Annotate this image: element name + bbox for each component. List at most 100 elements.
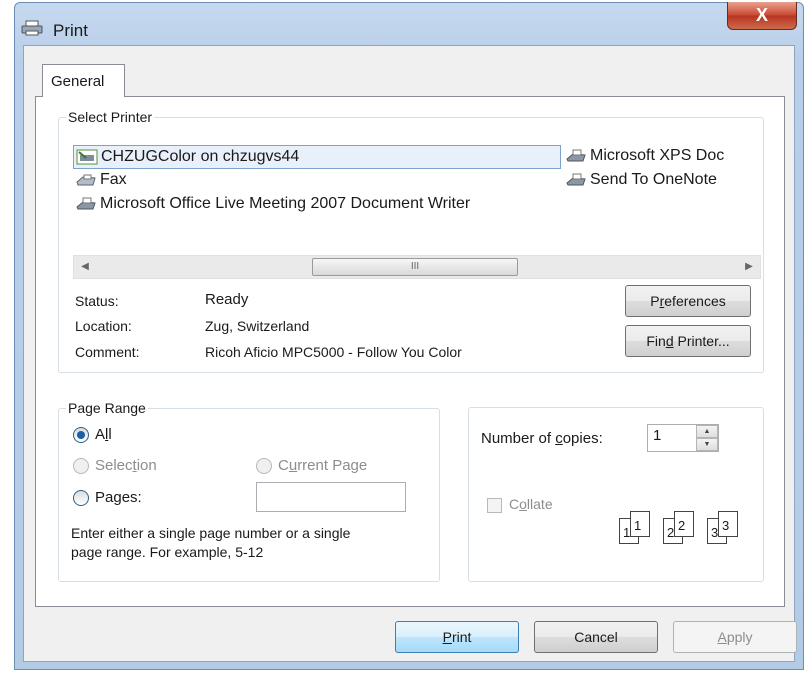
radio-pages-label[interactable]: Pages: xyxy=(95,489,142,506)
page-icon: 1 xyxy=(630,511,650,537)
tab-general[interactable]: General xyxy=(42,64,125,97)
page-range-legend: Page Range xyxy=(68,400,146,416)
page-range-hint: Enter either a single page number or a s… xyxy=(71,524,350,562)
spin-up-icon[interactable]: ▲ xyxy=(696,425,718,438)
collate-accel: o xyxy=(519,496,527,512)
copies-accel: c xyxy=(555,430,563,447)
printer-name: Microsoft XPS Doc xyxy=(590,147,725,164)
selection-label-a: Selec xyxy=(95,457,133,474)
copies-label-a: Number of xyxy=(481,430,556,447)
location-value: Zug, Switzerland xyxy=(205,318,310,334)
fax-icon xyxy=(75,172,97,188)
find-printer-button[interactable]: Find Printer... xyxy=(625,325,751,357)
radio-selection[interactable] xyxy=(73,458,89,474)
collate-label[interactable]: Collate xyxy=(509,496,553,512)
scroll-right-icon[interactable]: ▶ xyxy=(740,259,758,275)
printer-icon xyxy=(75,196,97,212)
page-icon: 3 xyxy=(718,511,738,537)
printer-list[interactable]: CHZUGColor on chzugvs44 Fax Microsoft Of… xyxy=(73,139,761,243)
copies-label: Number of copies: xyxy=(481,430,603,447)
tab-general-label: General xyxy=(51,73,105,90)
copies-label-b: opies: xyxy=(562,430,603,447)
preferences-label-a: P xyxy=(650,293,660,309)
printer-item-chzugcolor[interactable]: CHZUGColor on chzugvs44 xyxy=(73,145,561,169)
apply-button[interactable]: Apply xyxy=(673,621,797,653)
radio-pages[interactable] xyxy=(73,490,89,506)
printer-name: CHZUGColor on chzugvs44 xyxy=(101,148,300,165)
comment-label: Comment: xyxy=(75,344,140,360)
collate-checkbox[interactable] xyxy=(487,498,502,513)
select-printer-legend: Select Printer xyxy=(68,109,153,125)
print-dialog: Print X General Select Printer CHZUGColo… xyxy=(14,2,804,670)
printer-item-xps[interactable]: Microsoft XPS Doc xyxy=(565,145,724,169)
spin-down-icon[interactable]: ▼ xyxy=(696,438,718,451)
page-number: 1 xyxy=(634,518,642,533)
printer-icon xyxy=(21,20,43,36)
hint-line-1: Enter either a single page number or a s… xyxy=(71,525,351,541)
window-title: Print xyxy=(53,21,88,40)
printer-icon xyxy=(565,172,587,188)
page-number: 3 xyxy=(722,518,730,533)
cancel-label: Cancel xyxy=(574,629,618,645)
printer-icon xyxy=(565,148,587,164)
radio-all[interactable] xyxy=(73,427,89,443)
page-number: 2 xyxy=(678,518,686,533)
select-printer-group: Select Printer CHZUGColor on chzugvs44 F… xyxy=(58,109,764,373)
scrollbar-thumb[interactable]: III xyxy=(312,258,518,276)
current-page-label-a: C xyxy=(278,457,289,474)
page-icon: 2 xyxy=(674,511,694,537)
find-printer-accel: d xyxy=(665,333,674,349)
status-label: Status: xyxy=(75,293,119,309)
all-label-b: l xyxy=(108,426,112,443)
print-button[interactable]: Print xyxy=(395,621,519,653)
printer-name: Fax xyxy=(100,171,127,188)
copies-group: Number of copies: 1 ▲ ▼ Collate 1 1 2 2 … xyxy=(468,407,764,582)
radio-current-page[interactable] xyxy=(256,458,272,474)
dialog-client-area: General Select Printer CHZUGColor on chz… xyxy=(23,45,797,662)
print-label: rint xyxy=(451,629,472,645)
radio-current-page-label[interactable]: Current Page xyxy=(278,457,367,474)
copies-spinner[interactable]: 1 ▲ ▼ xyxy=(647,424,719,452)
current-page-label-b: rrent Page xyxy=(297,457,368,474)
pages-label-b: es: xyxy=(121,489,142,506)
comment-value: Ricoh Aficio MPC5000 - Follow You Color xyxy=(205,344,462,360)
title-bar[interactable]: Print X xyxy=(15,2,803,47)
pages-input[interactable] xyxy=(256,482,406,512)
cancel-button[interactable]: Cancel xyxy=(534,621,658,653)
find-printer-label-b: Printer... xyxy=(673,333,730,349)
printer-item-live-meeting-writer[interactable]: Microsoft Office Live Meeting 2007 Docum… xyxy=(75,193,470,217)
pages-label-a: Pa xyxy=(95,489,114,506)
page-range-group: Page Range All Selection Current Page Pa… xyxy=(58,400,440,582)
apply-accel: A xyxy=(717,629,727,645)
printer-network-icon xyxy=(76,149,98,165)
printer-name: Send To OneNote xyxy=(590,171,717,188)
scroll-left-icon[interactable]: ◀ xyxy=(76,259,94,275)
location-label: Location: xyxy=(75,318,132,334)
collate-label-b: llate xyxy=(526,496,553,512)
pages-accel: g xyxy=(113,489,122,506)
radio-all-label[interactable]: All xyxy=(95,426,112,443)
all-label-a: A xyxy=(95,426,106,443)
general-tab-panel: Select Printer CHZUGColor on chzugvs44 F… xyxy=(35,96,785,607)
selection-label-b: ion xyxy=(136,457,157,474)
printer-list-scrollbar[interactable]: ◀ III ▶ xyxy=(73,255,761,279)
printer-item-onenote[interactable]: Send To OneNote xyxy=(565,169,717,193)
close-button[interactable]: X xyxy=(727,2,797,30)
spin-buttons: ▲ ▼ xyxy=(696,425,718,451)
status-value: Ready xyxy=(205,291,249,308)
preferences-label-b: eferences xyxy=(664,293,726,309)
radio-selection-label[interactable]: Selection xyxy=(95,457,157,474)
preferences-button[interactable]: Preferences xyxy=(625,285,751,317)
apply-label: pply xyxy=(726,629,753,645)
hint-line-2: page range. For example, 5-12 xyxy=(71,544,264,560)
close-icon: X xyxy=(755,5,768,25)
find-printer-label-a: Fin xyxy=(646,333,666,349)
collate-illustration-icon: 1 1 2 2 3 3 xyxy=(619,508,749,548)
printer-item-fax[interactable]: Fax xyxy=(75,169,127,193)
current-page-accel: u xyxy=(288,457,298,474)
copies-value: 1 xyxy=(653,427,662,444)
grip-icon: III xyxy=(410,261,420,272)
printer-name: Microsoft Office Live Meeting 2007 Docum… xyxy=(100,195,471,212)
print-accel: P xyxy=(442,629,452,645)
collate-label-a: C xyxy=(509,496,520,512)
